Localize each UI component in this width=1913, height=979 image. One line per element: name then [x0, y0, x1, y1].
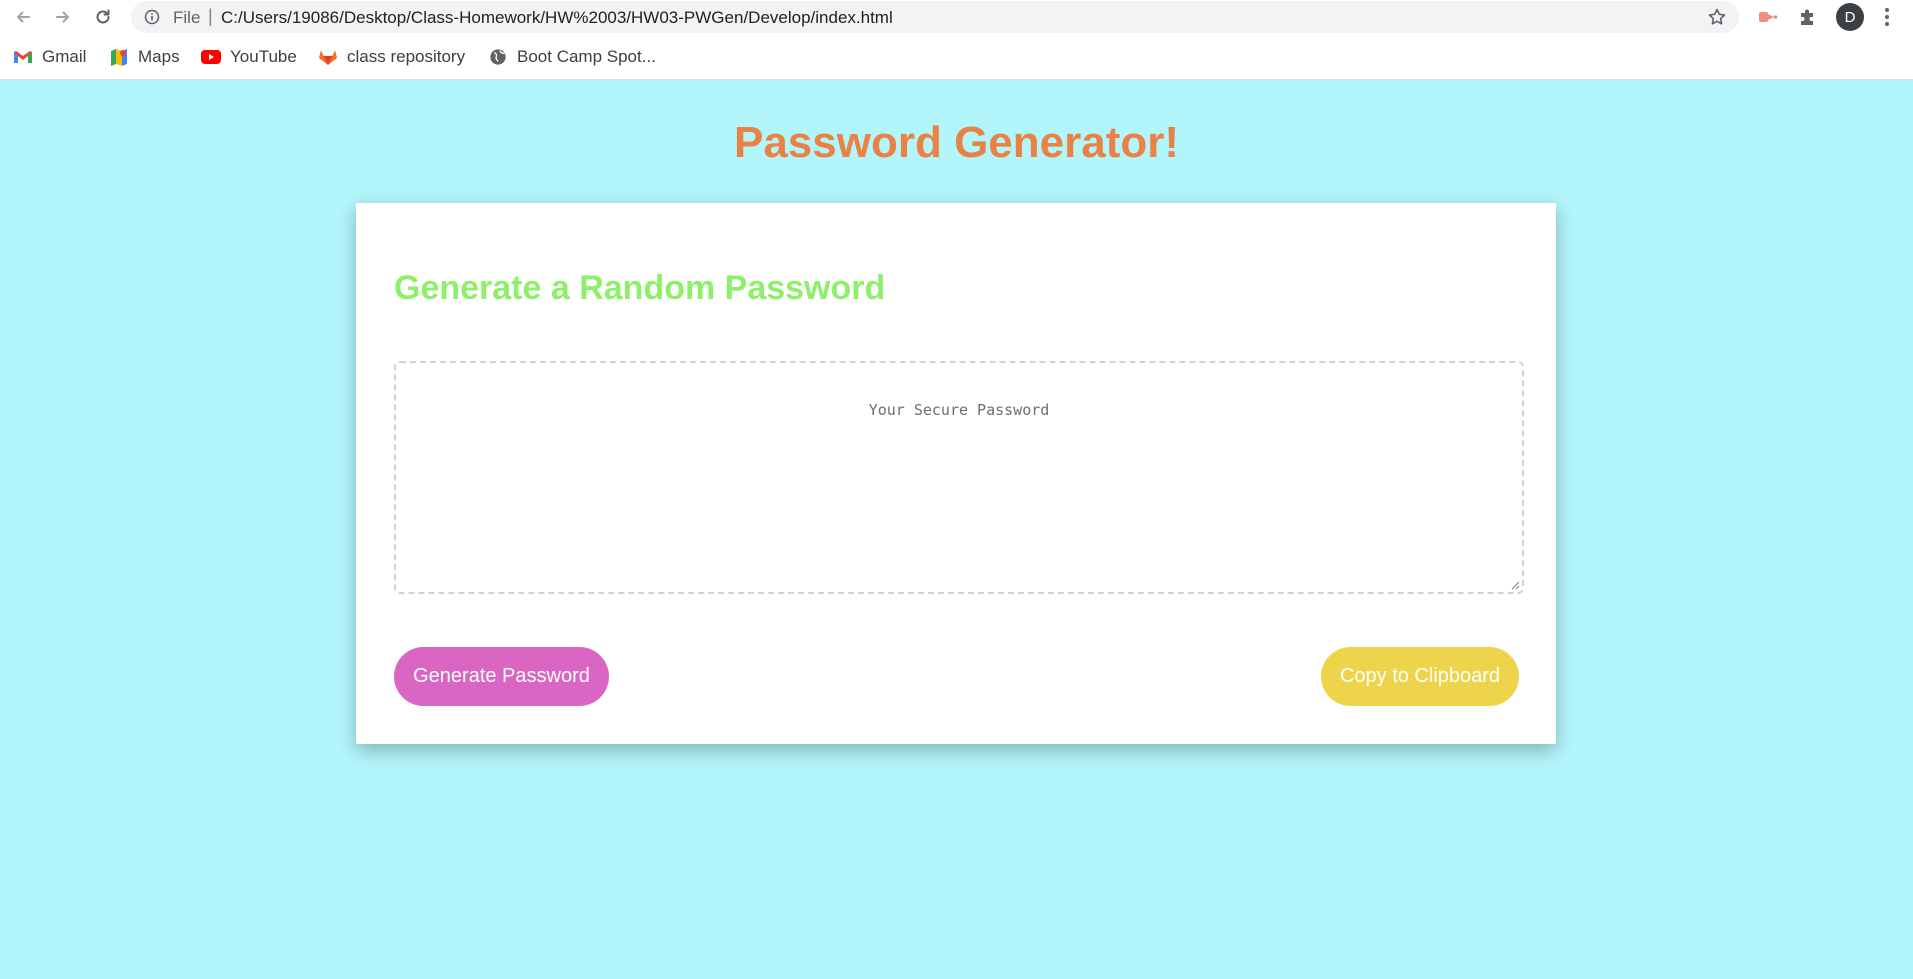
back-button[interactable]: [8, 2, 38, 32]
gmail-icon: [13, 47, 33, 67]
url-separator: |: [208, 6, 213, 26]
extension-icon[interactable]: [1757, 6, 1779, 28]
gitlab-icon: [318, 47, 338, 67]
profile-avatar[interactable]: D: [1836, 3, 1864, 31]
bookmark-label: Maps: [138, 47, 180, 66]
bookmark-star-icon[interactable]: [1707, 7, 1727, 27]
browser-toolbar: File | C:/Users/19086/Desktop/Class-Home…: [0, 0, 1913, 34]
reload-icon: [96, 9, 110, 24]
extensions-button[interactable]: [1797, 6, 1819, 28]
youtube-icon: [201, 47, 221, 67]
bookmark-label: Boot Camp Spot...: [517, 47, 656, 66]
generate-password-button[interactable]: Generate Password: [394, 647, 609, 706]
bookmarks-bar: Gmail Maps YouTube class repository Boot…: [0, 42, 1913, 72]
browser-menu-button[interactable]: [1880, 4, 1894, 30]
forward-button[interactable]: [48, 2, 78, 32]
card-heading: Generate a Random Password: [394, 269, 886, 307]
password-textarea[interactable]: Your Secure Password: [394, 361, 1524, 594]
globe-icon: [488, 47, 508, 67]
bookmark-label: YouTube: [230, 47, 297, 66]
kebab-menu-icon: [1885, 8, 1889, 26]
bookmark-label: class repository: [347, 47, 466, 66]
puzzle-icon: [1801, 9, 1813, 25]
url-scheme: File: [173, 8, 201, 27]
bookmark-boot-camp-spot[interactable]: Boot Camp Spot...: [488, 42, 656, 72]
info-icon[interactable]: [144, 9, 160, 25]
back-arrow-icon: [17, 11, 30, 23]
password-card: Generate a Random Password Your Secure P…: [356, 203, 1556, 744]
maps-icon: [109, 47, 129, 67]
address-bar[interactable]: File | C:/Users/19086/Desktop/Class-Home…: [131, 1, 1739, 33]
copy-to-clipboard-button[interactable]: Copy to Clipboard: [1321, 647, 1519, 706]
password-placeholder: Your Secure Password: [868, 401, 1050, 419]
bookmark-maps[interactable]: Maps: [109, 42, 180, 72]
bookmark-gmail[interactable]: Gmail: [13, 42, 86, 72]
browser-chrome: File | C:/Users/19086/Desktop/Class-Home…: [0, 0, 1913, 80]
forward-arrow-icon: [56, 11, 69, 23]
bookmark-class-repository[interactable]: class repository: [318, 42, 465, 72]
page-title: Password Generator!: [733, 118, 1180, 167]
bookmark-youtube[interactable]: YouTube: [201, 42, 297, 72]
resize-handle-icon[interactable]: [1510, 580, 1520, 590]
bookmark-label: Gmail: [42, 47, 87, 66]
reload-button[interactable]: [88, 2, 118, 32]
screencast-extension-icon: [1759, 12, 1778, 22]
url-text[interactable]: C:/Users/19086/Desktop/Class-Homework/HW…: [221, 8, 893, 28]
